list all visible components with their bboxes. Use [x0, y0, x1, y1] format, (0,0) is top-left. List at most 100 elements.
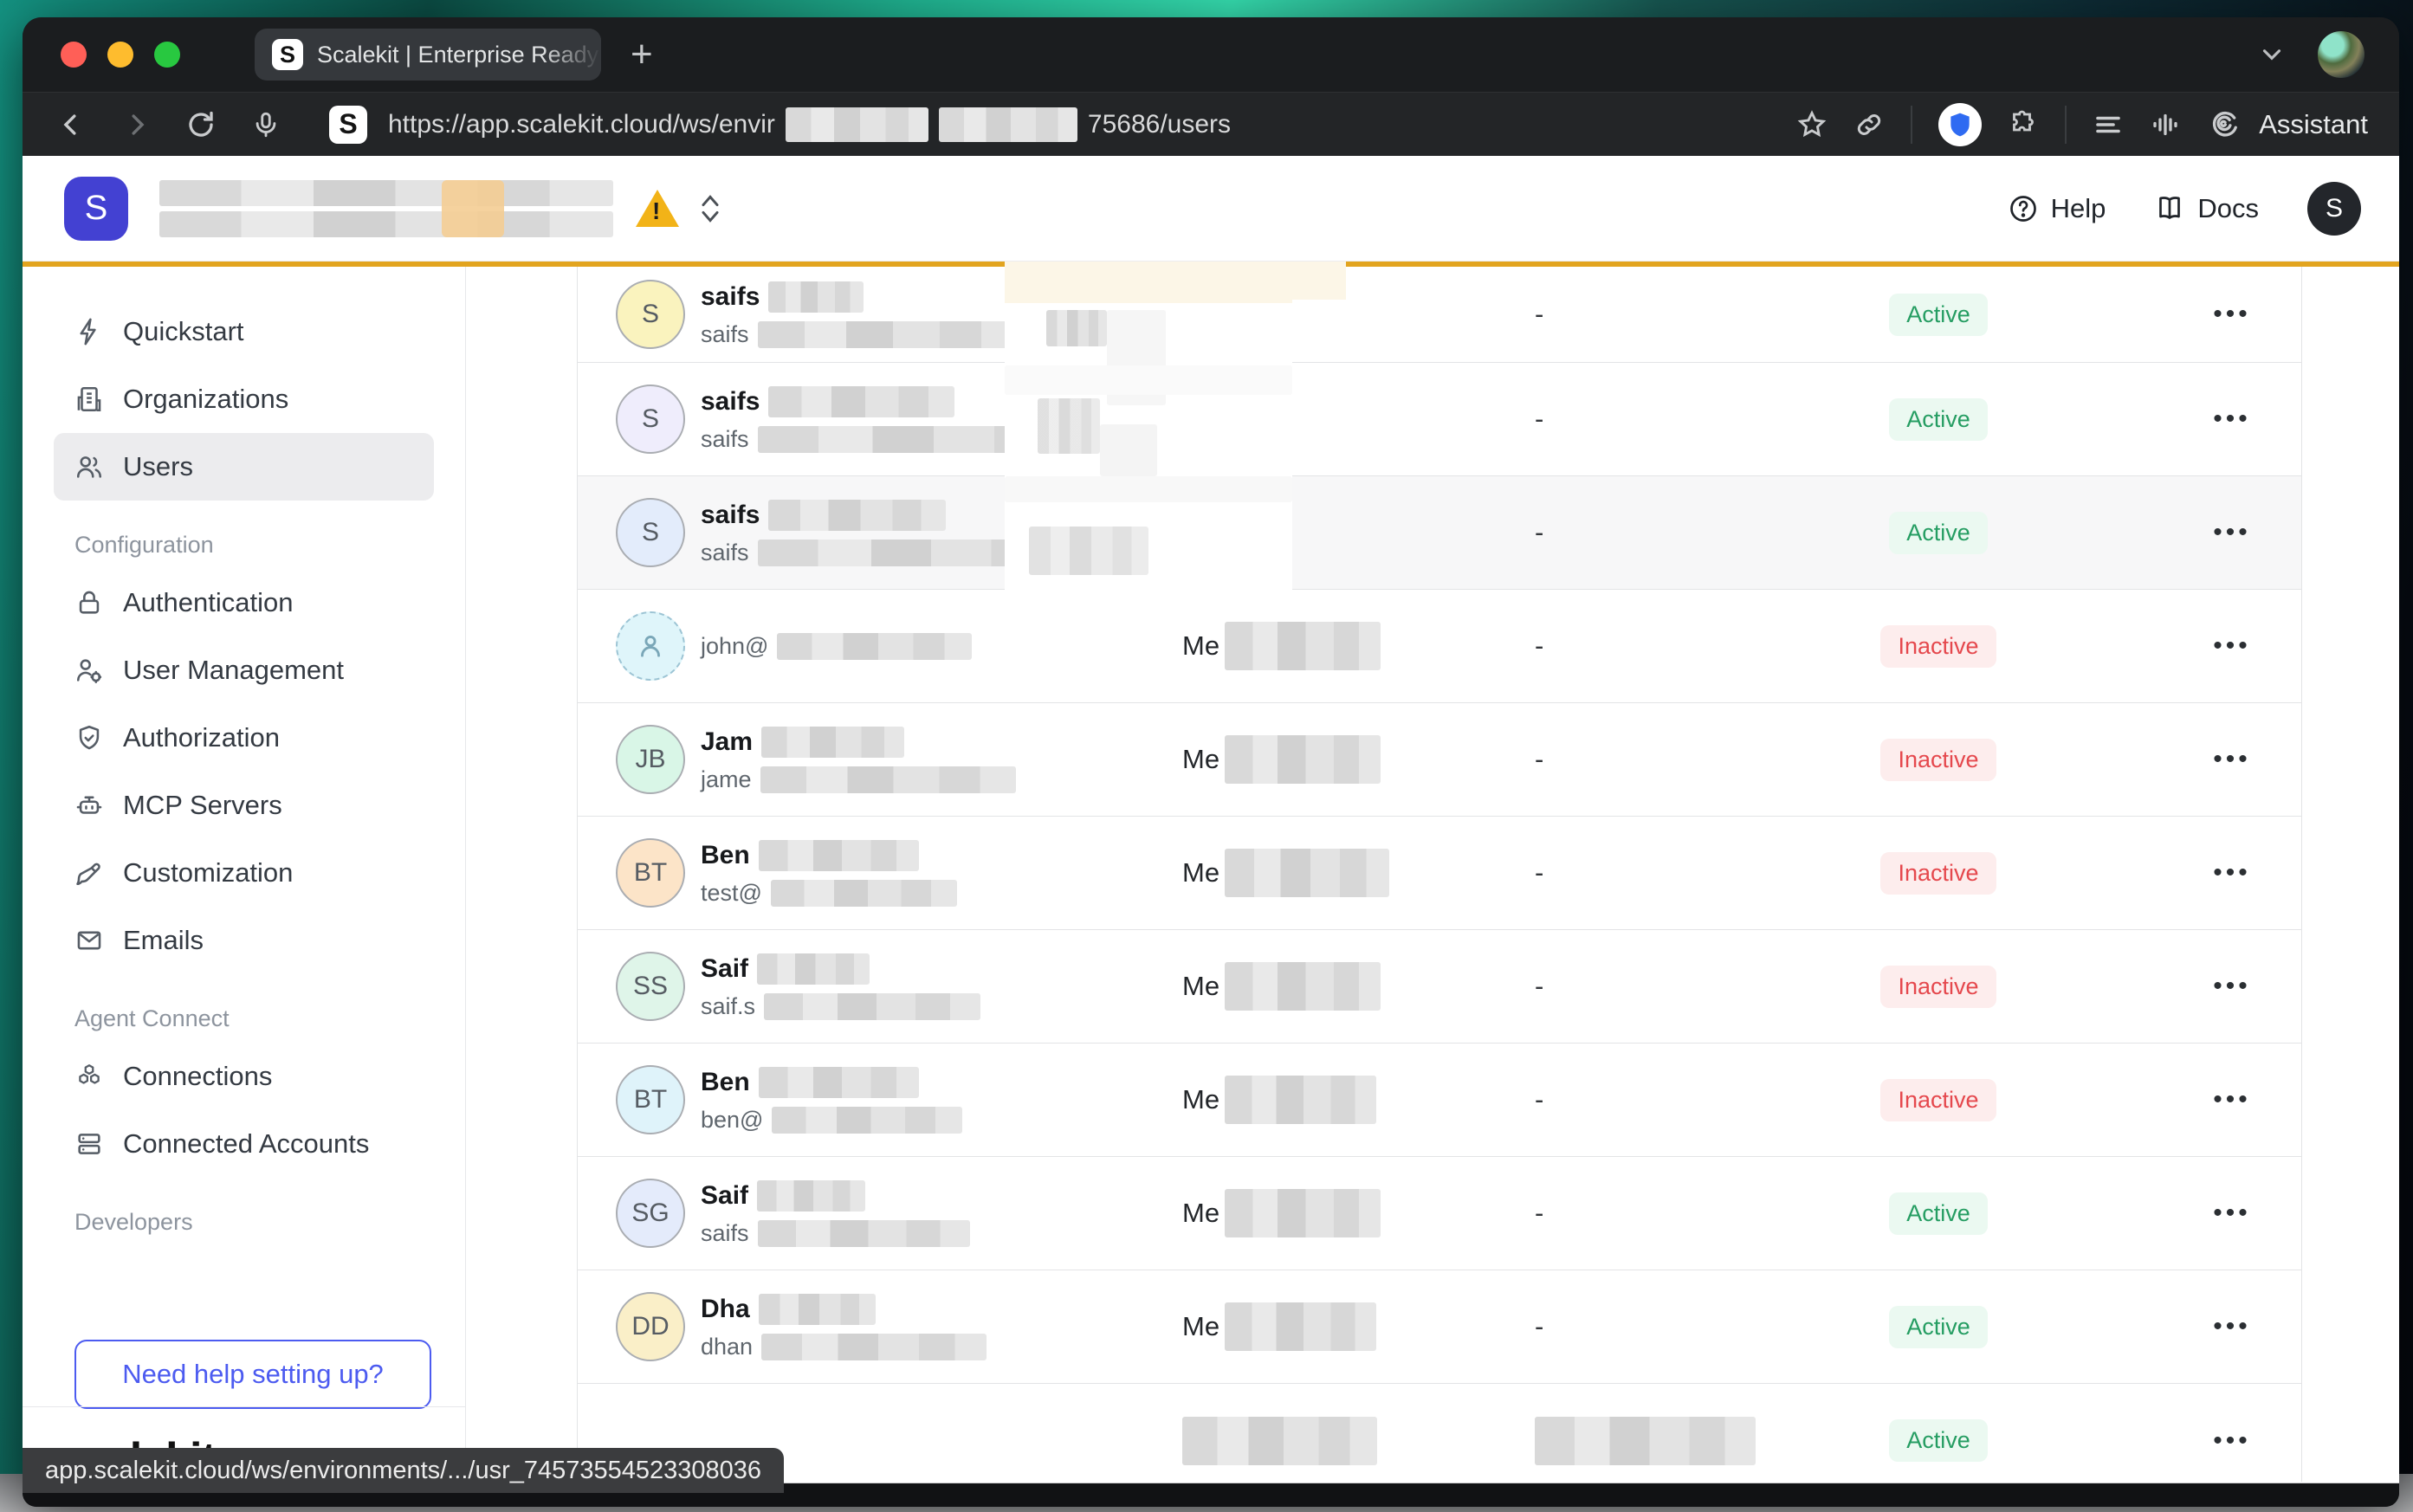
sidebar-item-label: User Management [123, 655, 344, 686]
membership-label: Me [1182, 1311, 1219, 1342]
new-tab-button[interactable]: + [631, 36, 653, 74]
voice-waveform-icon[interactable] [2150, 109, 2181, 140]
row-actions-menu-icon[interactable]: ••• [2180, 1199, 2284, 1228]
zap-icon [74, 317, 104, 346]
sidebar-item-connected-accounts[interactable]: Connected Accounts [54, 1110, 434, 1178]
membership-label: Me [1182, 971, 1219, 1002]
membership-cell: Me [1182, 1189, 1381, 1237]
table-row[interactable]: S saifs saifs - Active ••• [578, 267, 2301, 363]
table-row[interactable]: S saifs saifs - Active ••• [578, 476, 2301, 590]
user-name: Ben [701, 1068, 750, 1097]
sidebar-item-user-management[interactable]: User Management [54, 636, 434, 704]
link-status-bar: app.scalekit.cloud/ws/environments/.../u… [23, 1448, 784, 1493]
assistant-button[interactable]: Assistant [2259, 109, 2368, 140]
sidebar-item-label: Organizations [123, 384, 288, 415]
sidebar-item-organizations[interactable]: Organizations [54, 365, 434, 433]
status-cell: Inactive [1856, 739, 2021, 781]
help-button[interactable]: Help [2008, 193, 2106, 224]
sidebar-item-authentication[interactable]: Authentication [54, 569, 434, 636]
sidebar-item-emails[interactable]: Emails [54, 907, 434, 974]
row-actions-menu-icon[interactable]: ••• [2180, 518, 2284, 547]
last-signin-cell: - [1535, 517, 1760, 548]
membership-cell [1182, 1417, 1377, 1465]
docs-button[interactable]: Docs [2154, 193, 2259, 224]
sidebar-item-mcp-servers[interactable]: MCP Servers [54, 772, 434, 839]
sidebar-item-connections[interactable]: Connections [54, 1043, 434, 1110]
status-badge: Inactive [1880, 739, 1996, 781]
user-avatar-menu[interactable]: S [2307, 182, 2361, 236]
user-name: Saif [701, 954, 748, 984]
table-row[interactable]: S saifs saifs - Active ••• [578, 363, 2301, 476]
row-actions-menu-icon[interactable]: ••• [2180, 631, 2284, 661]
status-cell: Inactive [1856, 966, 2021, 1008]
app-header: S Help D [23, 156, 2399, 262]
table-row[interactable]: john@ Me - Inactive ••• [578, 590, 2301, 703]
status-cell: Active [1856, 512, 2021, 554]
status-cell: Active [1856, 1192, 2021, 1235]
forward-button[interactable] [121, 110, 151, 139]
table-row[interactable]: BT Ben ben@ Me - Inactive ••• [578, 1044, 2301, 1157]
tab-search-chevron-icon[interactable] [2257, 40, 2287, 69]
row-actions-menu-icon[interactable]: ••• [2180, 858, 2284, 888]
browser-window: S Scalekit | Enterprise Ready A + [23, 17, 2399, 1507]
row-actions-menu-icon[interactable]: ••• [2180, 300, 2284, 329]
empty-value-dash: - [1535, 630, 1543, 661]
table-row[interactable]: DD Dha dhan Me - Active ••• [578, 1270, 2301, 1384]
row-actions-menu-icon[interactable]: ••• [2180, 1085, 2284, 1115]
sidebar-section-label: Developers [74, 1209, 434, 1236]
url-redacted-1 [786, 107, 928, 142]
sidebar-item-customization[interactable]: Customization [54, 839, 434, 907]
row-actions-menu-icon[interactable]: ••• [2180, 745, 2284, 774]
user-email: saifs [701, 426, 749, 453]
workspace-switcher-chevrons-icon[interactable] [698, 194, 722, 223]
microphone-icon[interactable] [251, 110, 281, 139]
redaction-cream-strip [1292, 262, 1346, 300]
extensions-puzzle-icon[interactable] [2008, 109, 2039, 140]
bitwarden-extension-icon[interactable] [1938, 103, 1982, 146]
sidebar-item-quickstart[interactable]: Quickstart [54, 298, 434, 365]
sidebar-item-authorization[interactable]: Authorization [54, 704, 434, 772]
redaction-blob [1046, 310, 1107, 346]
sidebar-item-label: Authorization [123, 722, 280, 753]
table-row[interactable]: JB Jam jame Me - Inactive ••• [578, 703, 2301, 817]
lock-icon [74, 588, 104, 617]
membership-redacted [1225, 735, 1381, 784]
bookmark-star-icon[interactable] [1796, 109, 1828, 140]
membership-label: Me [1182, 1084, 1219, 1115]
row-actions-menu-icon[interactable]: ••• [2180, 972, 2284, 1001]
back-button[interactable] [57, 110, 87, 139]
sidebar-item-users[interactable]: Users [54, 433, 434, 501]
status-cell: Active [1856, 1306, 2021, 1348]
reload-button[interactable] [185, 109, 217, 140]
minimize-window-button[interactable] [107, 42, 133, 68]
table-row[interactable]: SS Saif saif.s Me - Inactive ••• [578, 930, 2301, 1044]
copy-link-icon[interactable] [1853, 109, 1885, 140]
row-actions-menu-icon[interactable]: ••• [2180, 404, 2284, 434]
membership-cell: Me [1182, 962, 1381, 1011]
user-email: dhan [701, 1334, 753, 1360]
sidebar-item-label: Authentication [123, 587, 293, 618]
user-email: saifs [701, 540, 749, 566]
row-actions-menu-icon[interactable]: ••• [2180, 1426, 2284, 1456]
workspace-name-redacted-highlight [442, 180, 504, 237]
need-help-button[interactable]: Need help setting up? [74, 1340, 431, 1409]
row-actions-menu-icon[interactable]: ••• [2180, 1312, 2284, 1341]
reading-list-icon[interactable] [2093, 109, 2124, 140]
table-row[interactable]: SG Saif saifs Me - Active ••• [578, 1157, 2301, 1270]
close-window-button[interactable] [61, 42, 87, 68]
table-row[interactable]: BT Ben test@ Me - Inactive ••• [578, 817, 2301, 930]
redaction-cream-strip [1005, 262, 1292, 303]
user-name-redacted [759, 1067, 919, 1098]
url-field[interactable]: https://app.scalekit.cloud/ws/envir 7568… [388, 107, 1231, 142]
user-name-redacted [759, 1294, 876, 1325]
user-name: saifs [701, 501, 760, 530]
assistant-wave-icon[interactable] [2207, 108, 2240, 141]
tab-scalekit[interactable]: S Scalekit | Enterprise Ready A [255, 29, 601, 81]
browser-profile-avatar[interactable] [2318, 31, 2364, 78]
workspace-name-redacted[interactable] [159, 180, 613, 237]
toolbar-divider [1911, 106, 1912, 144]
table-row[interactable]: Active ••• [578, 1384, 2301, 1482]
scalekit-app: S Help D [23, 156, 2399, 1483]
fullscreen-window-button[interactable] [154, 42, 180, 68]
sidebar-item-label: Emails [123, 925, 204, 956]
